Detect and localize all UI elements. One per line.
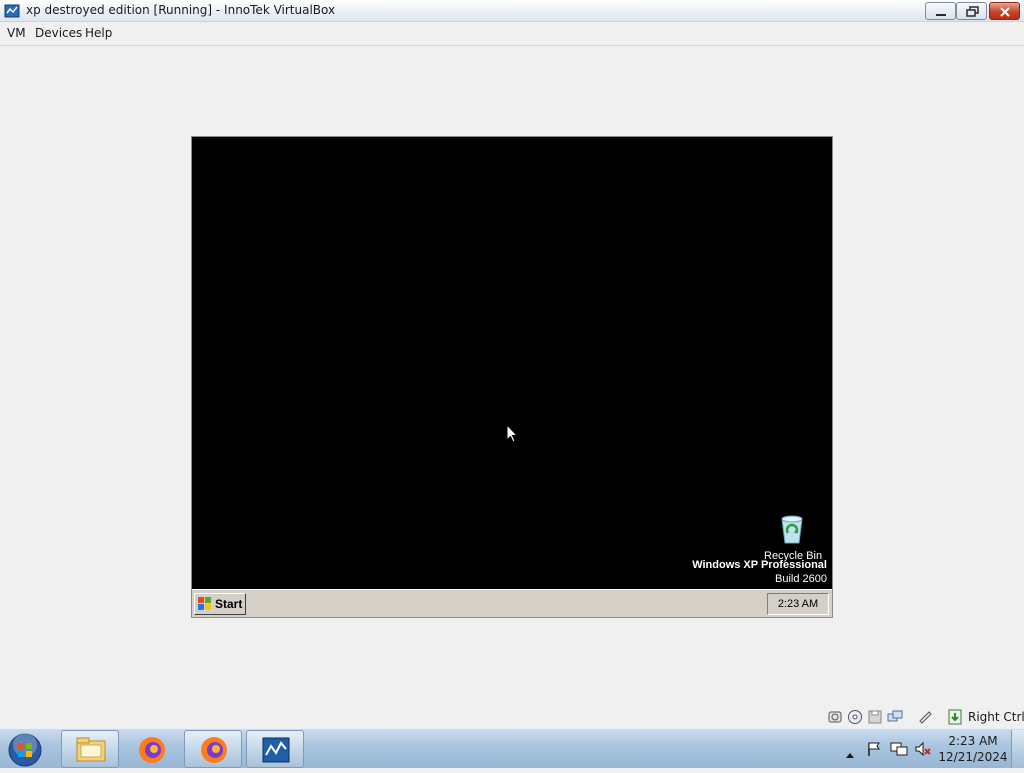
guest-screen[interactable]: Recycle Bin Windows XP Professional Buil… bbox=[191, 136, 833, 618]
taskbar-explorer-button[interactable] bbox=[61, 730, 119, 768]
floppy-icon[interactable] bbox=[867, 709, 883, 725]
host-clock[interactable]: 2:23 AM 12/21/2024 bbox=[938, 733, 1008, 765]
watermark-build: Build 2600 bbox=[775, 573, 827, 585]
show-desktop-button[interactable] bbox=[1011, 730, 1024, 768]
vm-status-bar: Right Ctrl bbox=[825, 708, 1024, 728]
start-label: Start bbox=[215, 597, 243, 611]
guest-clock[interactable]: 2:23 AM bbox=[767, 593, 829, 615]
title-bar: xp destroyed edition [Running] - InnoTek… bbox=[0, 0, 1024, 22]
show-hidden-icons-arrow[interactable] bbox=[845, 744, 855, 763]
mouse-cursor-icon bbox=[506, 423, 519, 448]
clock-date: 12/21/2024 bbox=[938, 750, 1008, 764]
guest-desktop[interactable]: Recycle Bin Windows XP Professional Buil… bbox=[192, 137, 832, 589]
window-title: xp destroyed edition [Running] - InnoTek… bbox=[26, 3, 336, 17]
windows-start-orb[interactable] bbox=[6, 731, 44, 769]
firefox-icon bbox=[139, 737, 165, 763]
firefox-icon bbox=[201, 737, 227, 763]
recycle-bin-icon bbox=[781, 515, 803, 544]
network-tray-icon[interactable] bbox=[890, 741, 908, 761]
host-key-label: Right Ctrl bbox=[968, 710, 1024, 724]
close-button[interactable] bbox=[989, 2, 1020, 20]
clock-time: 2:23 AM bbox=[948, 734, 998, 748]
cd-icon[interactable] bbox=[847, 709, 863, 725]
menu-vm[interactable]: VM bbox=[7, 26, 26, 40]
taskbar-firefox-button-2[interactable] bbox=[184, 730, 242, 768]
windows-explorer-icon bbox=[76, 737, 106, 762]
taskbar-firefox-button[interactable] bbox=[122, 730, 180, 768]
start-button[interactable]: Start bbox=[194, 593, 246, 615]
action-center-flag-icon[interactable] bbox=[866, 741, 882, 761]
watermark-edition: Windows XP Professional bbox=[692, 559, 827, 571]
virtualbox-app-icon[interactable] bbox=[4, 3, 20, 19]
recycle-bin-desktop-icon[interactable]: Recycle Bin bbox=[764, 513, 822, 562]
minimize-button[interactable] bbox=[925, 2, 956, 20]
menu-bar: VM Devices Help bbox=[0, 22, 1024, 46]
taskbar-virtualbox-button[interactable] bbox=[246, 730, 304, 768]
menu-devices[interactable]: Devices bbox=[35, 26, 82, 40]
windows-flag-icon bbox=[198, 597, 212, 614]
network-icon[interactable] bbox=[887, 709, 903, 725]
menu-help[interactable]: Help bbox=[85, 26, 112, 40]
host-taskbar: 2:23 AM 12/21/2024 bbox=[0, 728, 1024, 768]
virtualbox-icon bbox=[262, 737, 290, 763]
usb-icon[interactable] bbox=[917, 709, 933, 725]
volume-muted-icon[interactable] bbox=[914, 741, 932, 761]
guest-taskbar: Start 2:23 AM bbox=[192, 589, 832, 617]
restore-button[interactable] bbox=[956, 2, 987, 20]
hard-disk-icon[interactable] bbox=[827, 709, 843, 725]
mouse-integration-icon[interactable] bbox=[947, 709, 963, 725]
version-watermark: Windows XP Professional Build 2600 bbox=[692, 559, 827, 586]
